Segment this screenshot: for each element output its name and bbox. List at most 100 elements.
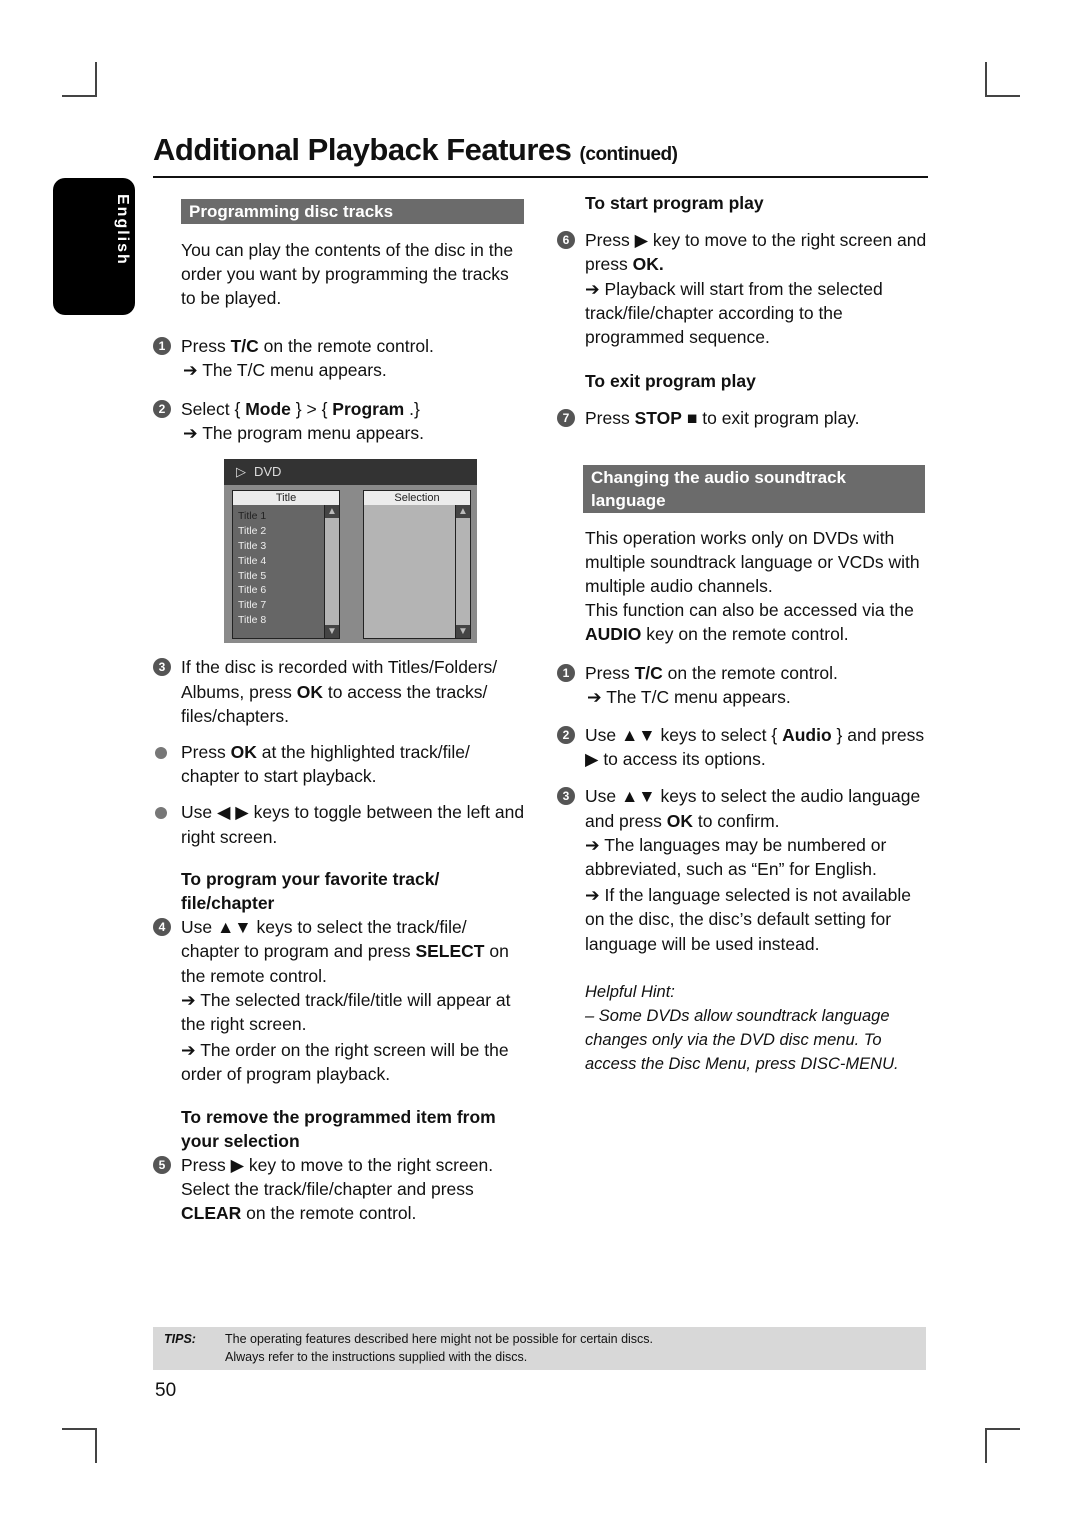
scroll-up-icon: ▲ [456, 505, 470, 519]
intro-text: You can play the contents of the disc in… [181, 240, 514, 309]
key-name: OK [296, 681, 323, 702]
bullet-text: Use ◀ ▶ keys to toggle between the left … [181, 802, 525, 847]
step-text: Use ▲▼ keys to select { [585, 725, 783, 746]
step-number-icon: 6 [557, 231, 575, 250]
step-result: ➔ The selected track/file/title will app… [181, 989, 511, 1035]
bullet-item: Press OK at the highlighted track/file/ … [153, 740, 528, 788]
step-text: Press [585, 408, 635, 429]
osd-scrollbar: ▲ ▼ [324, 505, 339, 639]
osd-header: ▷ DVD [224, 459, 477, 486]
osd-list-item: Title 4 [238, 554, 267, 567]
osd-list-item: Title 3 [238, 540, 267, 553]
audio-step-1: 1 Press T/C on the remote control. ➔ The… [557, 661, 929, 709]
step-result: ➔ If the language selected is not availa… [585, 885, 911, 954]
step-text: .} [404, 399, 420, 420]
scroll-down-icon: ▼ [456, 625, 470, 639]
page-title: Additional Playback Features (continued) [153, 132, 678, 168]
audio-step-3: 3 Use ▲▼ keys to select the audio langua… [557, 784, 929, 955]
osd-list-item: Title 8 [238, 614, 267, 626]
tips-label: TIPS: [164, 1332, 196, 1346]
step-6: 6 Press ▶ key to move to the right scree… [557, 228, 929, 349]
step-result: ➔ The program menu appears. [183, 423, 424, 444]
bullet-text: Press [181, 742, 231, 763]
osd-header-label: DVD [254, 464, 282, 480]
page-title-suffix: (continued) [579, 144, 678, 165]
left-column: Programming disc tracks You can play the… [153, 199, 528, 1226]
crop-mark-top-right [985, 62, 1020, 97]
tips-line: The operating features described here mi… [225, 1332, 654, 1346]
tips-line: Always refer to the instructions supplie… [225, 1350, 528, 1364]
step-number-icon: 2 [557, 726, 575, 745]
step-result: ➔ The languages may be numbered or abbre… [585, 834, 887, 880]
key-name: OK [666, 810, 693, 831]
intro-text: key on the remote control. [641, 624, 849, 645]
crop-mark-bottom-left [62, 1428, 97, 1463]
key-name: Audio [782, 725, 832, 746]
hint-text: – Some DVDs allow soundtrack language ch… [585, 1007, 899, 1074]
program-menu-screenshot: ▷ DVD Title Title 1 Title 2 Title 3 Titl… [224, 459, 477, 644]
subheading-start: To start program play [585, 193, 764, 213]
step-result: ➔ The T/C menu appears. [587, 686, 791, 707]
step-5: 5 Press ▶ key to move to the right scree… [153, 1153, 528, 1226]
osd-scrollbar: ▲ ▼ [455, 505, 470, 639]
step-text: Press ▶ key to move to the right screen.… [181, 1155, 494, 1200]
step-text: } > { [290, 399, 333, 420]
step-text: to confirm. [692, 810, 780, 831]
key-name: CLEAR [181, 1203, 242, 1224]
step-result: ➔ Playback will start from the selected … [585, 278, 883, 348]
step-3: 3 If the disc is recorded with Titles/Fo… [153, 655, 528, 728]
osd-title-list: Title 1 Title 2 Title 3 Title 4 Title 5 … [238, 509, 266, 627]
key-name: SELECT [415, 941, 485, 962]
step-7: 7 Press STOP ■ to exit program play. [557, 406, 929, 430]
osd-list-item: Title 5 [238, 569, 267, 582]
bullet-icon [155, 807, 167, 820]
subheading-remove: To remove the programmed item from your … [181, 1106, 496, 1151]
key-name: OK. [632, 254, 664, 275]
crop-mark-bottom-right [985, 1428, 1020, 1463]
step-1: 1 Press T/C on the remote control. ➔ The… [153, 334, 528, 382]
osd-title-pane: Title Title 1 Title 2 Title 3 Title 4 Ti… [232, 490, 340, 640]
step-number-icon: 5 [153, 1156, 171, 1175]
osd-pane-title: Title [233, 491, 339, 506]
step-number-icon: 3 [557, 787, 575, 806]
osd-selection-pane: Selection ▲ ▼ [363, 490, 471, 640]
subheading-exit: To exit program play [585, 371, 756, 392]
osd-list-item: Title 2 [238, 525, 267, 538]
bullet-item: Use ◀ ▶ keys to toggle between the left … [153, 800, 528, 848]
step-4: 4 Use ▲▼ keys to select the track/file/ … [153, 915, 528, 1086]
step-result: ➔ The order on the right screen will be … [181, 1040, 509, 1085]
step-text: Press [181, 335, 231, 356]
language-tab-label: English [114, 194, 131, 266]
osd-pane-title: Selection [364, 491, 470, 506]
step-number-icon: 4 [153, 918, 171, 937]
play-icon: ▷ [236, 464, 246, 480]
audio-intro-2: This function can also be accessed via t… [557, 598, 929, 646]
key-name: Mode [245, 399, 291, 420]
title-rule [153, 176, 928, 178]
step-number-icon: 2 [153, 400, 171, 419]
page-number: 50 [155, 1380, 177, 1401]
osd-list-item: Title 1 [238, 510, 267, 523]
bullet-icon [155, 747, 167, 760]
step-number-icon: 1 [557, 663, 575, 682]
section-title-programming: Programming disc tracks [181, 199, 524, 224]
osd-list-item: Title 6 [238, 584, 267, 597]
hint-title: Helpful Hint: [585, 982, 675, 1001]
step-text: Select { [181, 399, 246, 420]
step-text: on the remote control. [258, 335, 434, 356]
step-number-icon: 1 [153, 336, 171, 355]
audio-intro-1: This operation works only on DVDs with m… [585, 527, 920, 597]
audio-step-2: 2 Use ▲▼ keys to select { Audio } and pr… [557, 723, 929, 771]
tips-box: TIPS: The operating features described h… [153, 1327, 926, 1370]
subheading-program: To program your favorite track/ file/cha… [181, 868, 440, 914]
key-name: OK [230, 742, 257, 763]
key-name: STOP [634, 408, 682, 429]
step-number-icon: 7 [557, 409, 575, 428]
intro-text: This function can also be accessed via t… [585, 600, 914, 621]
step-number-icon: 3 [153, 658, 171, 677]
step-text: on the remote control. [241, 1203, 417, 1224]
osd-list-item: Title 7 [238, 599, 267, 612]
step-text: on the remote control. [662, 662, 838, 683]
key-name: T/C [634, 662, 663, 683]
right-column: To start program play 6 Press ▶ key to m… [557, 191, 929, 1077]
